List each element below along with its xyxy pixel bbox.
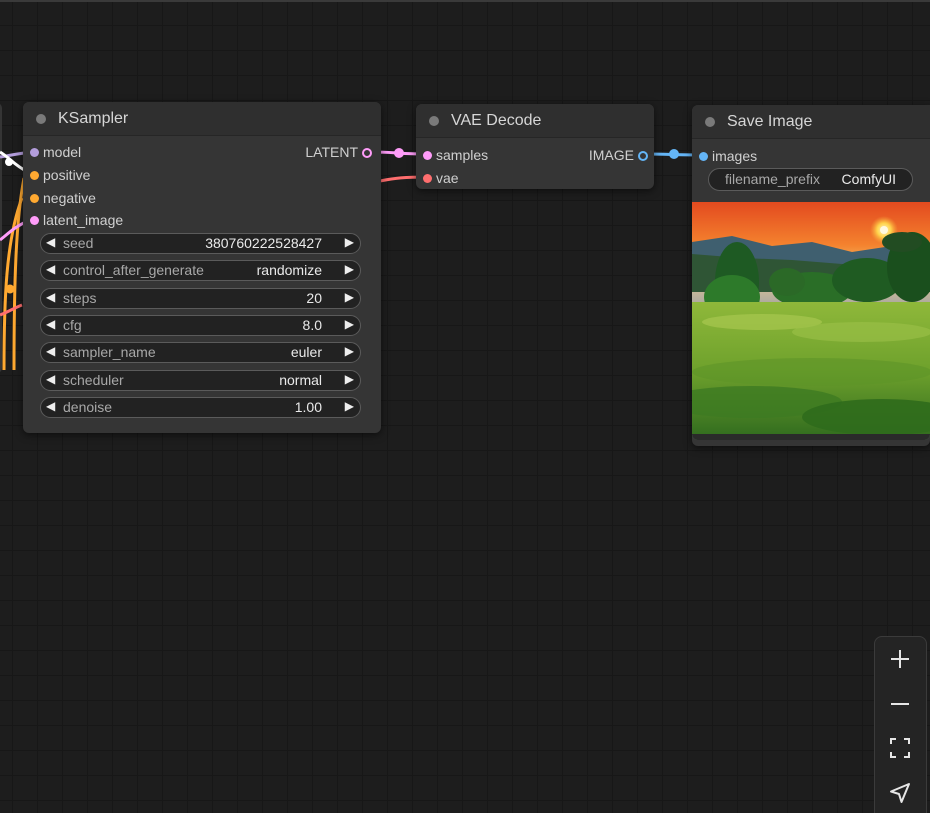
conditioning-slot-icon[interactable] — [30, 194, 39, 203]
widget-denoise[interactable]: ◀ denoise 1.00 ▶ — [40, 397, 361, 418]
widget-value: euler — [290, 344, 322, 360]
decrement-arrow-icon[interactable]: ◀ — [46, 372, 55, 386]
decrement-arrow-icon[interactable]: ◀ — [46, 399, 55, 413]
widget-value: normal — [279, 372, 322, 388]
locate-button[interactable] — [884, 777, 916, 809]
widget-filename-prefix[interactable]: filename_prefix ComfyUI — [708, 168, 913, 191]
latent-slot-icon[interactable] — [362, 148, 372, 158]
widget-value: 380760222528427 — [205, 235, 322, 251]
widget-name: cfg — [63, 317, 82, 333]
image-slot-icon[interactable] — [699, 152, 708, 161]
fit-view-button[interactable] — [884, 732, 916, 764]
vae-slot-icon[interactable] — [423, 174, 432, 183]
output-label: LATENT — [305, 144, 358, 160]
vae-decode-title-bar[interactable]: VAE Decode — [416, 104, 654, 138]
widget-scheduler[interactable]: ◀ scheduler normal ▶ — [40, 370, 361, 391]
wire-latent-midpoint — [394, 148, 404, 158]
widget-seed[interactable]: ◀ seed 380760222528427 ▶ — [40, 233, 361, 254]
wire-positive-midpoint — [5, 284, 15, 294]
canvas-controls — [874, 636, 927, 813]
fit-view-icon — [890, 738, 910, 758]
zoom-out-icon — [891, 703, 909, 705]
input-label: samples — [436, 147, 489, 163]
widget-value: 20 — [306, 290, 322, 306]
input-label: latent_image — [43, 212, 124, 228]
widget-name: control_after_generate — [63, 262, 204, 278]
ksampler-node[interactable]: KSampler model positive negative latent_… — [23, 102, 381, 433]
node-graph-canvas[interactable]: KSampler model positive negative latent_… — [0, 0, 930, 813]
increment-arrow-icon[interactable]: ▶ — [345, 344, 354, 358]
widget-name: denoise — [63, 399, 113, 415]
save-image-node[interactable]: Save Image images filename_prefix ComfyU… — [692, 105, 930, 446]
widget-name: filename_prefix — [725, 171, 820, 187]
collapse-dot-icon[interactable] — [705, 117, 715, 127]
input-label: model — [43, 144, 82, 160]
wire-vae-left — [0, 303, 23, 317]
wire-image-midpoint — [669, 149, 679, 159]
top-border — [0, 0, 930, 2]
vae-decode-title: VAE Decode — [451, 112, 542, 129]
widget-value: 1.00 — [294, 399, 322, 415]
conditioning-slot-icon[interactable] — [30, 171, 39, 180]
widget-value: ComfyUI — [841, 171, 896, 187]
widget-name: sampler_name — [63, 344, 156, 360]
output-label: IMAGE — [588, 147, 634, 163]
offscreen-node-edge — [0, 104, 2, 372]
landscape-preview-image — [692, 202, 930, 440]
zoom-in-button[interactable] — [884, 643, 916, 675]
input-label: images — [712, 148, 758, 164]
zoom-out-button[interactable] — [884, 688, 916, 720]
decrement-arrow-icon[interactable]: ◀ — [46, 290, 55, 304]
increment-arrow-icon[interactable]: ▶ — [345, 262, 354, 276]
locate-icon — [890, 783, 910, 803]
increment-arrow-icon[interactable]: ▶ — [345, 290, 354, 304]
widget-value: randomize — [256, 262, 322, 278]
widget-value: 8.0 — [302, 317, 322, 333]
decrement-arrow-icon[interactable]: ◀ — [46, 235, 55, 249]
zoom-in-icon — [891, 650, 909, 668]
save-image-title-bar[interactable]: Save Image — [692, 105, 930, 139]
ksampler-title: KSampler — [58, 110, 129, 127]
widget-control-after-generate[interactable]: ◀ control_after_generate randomize ▶ — [40, 260, 361, 281]
increment-arrow-icon[interactable]: ▶ — [345, 317, 354, 331]
decrement-arrow-icon[interactable]: ◀ — [46, 344, 55, 358]
latent-slot-icon[interactable] — [30, 216, 39, 225]
widget-name: seed — [63, 235, 94, 251]
widget-name: steps — [63, 290, 97, 306]
latent-slot-icon[interactable] — [423, 151, 432, 160]
increment-arrow-icon[interactable]: ▶ — [345, 399, 354, 413]
widget-sampler-name[interactable]: ◀ sampler_name euler ▶ — [40, 342, 361, 363]
wire-negative — [2, 197, 24, 371]
collapse-dot-icon[interactable] — [429, 116, 439, 126]
increment-arrow-icon[interactable]: ▶ — [345, 235, 354, 249]
ksampler-title-bar[interactable]: KSampler — [23, 102, 381, 136]
save-image-title: Save Image — [727, 113, 813, 130]
vae-decode-node[interactable]: VAE Decode samples vae IMAGE — [416, 104, 654, 189]
input-label: vae — [436, 170, 459, 186]
widget-name: scheduler — [63, 372, 124, 388]
input-label: negative — [43, 190, 96, 206]
wire-white-midpoint — [5, 158, 13, 166]
widget-cfg[interactable]: ◀ cfg 8.0 ▶ — [40, 315, 361, 336]
decrement-arrow-icon[interactable]: ◀ — [46, 262, 55, 276]
image-slot-icon[interactable] — [638, 151, 648, 161]
collapse-dot-icon[interactable] — [36, 114, 46, 124]
input-label: positive — [43, 167, 91, 183]
widget-steps[interactable]: ◀ steps 20 ▶ — [40, 288, 361, 309]
model-slot-icon[interactable] — [30, 148, 39, 157]
increment-arrow-icon[interactable]: ▶ — [345, 372, 354, 386]
output-image-preview[interactable] — [692, 202, 930, 440]
decrement-arrow-icon[interactable]: ◀ — [46, 317, 55, 331]
